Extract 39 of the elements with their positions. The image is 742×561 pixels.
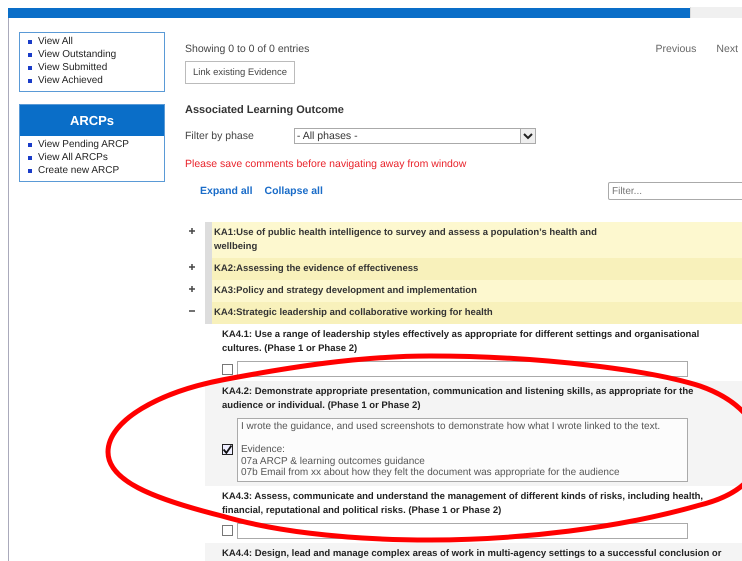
outcome-title: KA4.4: Design, lead and manage complex areas of work in multi-agency settings to a successful conclusion or [222,546,722,560]
bullet-icon [28,78,32,82]
bullet-icon [28,156,32,160]
pager-link[interactable]: Previous [656,43,696,55]
outcome-title: KA4.1: Use a range of leadership styles effectively as appropriate for different settings and organisational cultures. (Phase 1 or Phase 2) [222,328,700,356]
outcome-title: KA4.2: Demonstrate appropriate presentation, communication and listening skills, as appropriate for the audience or individual. (Phase 1 or Phase 2) [222,385,694,413]
section-heading: Associated Learning Outcome [185,104,345,116]
sidebar-link[interactable]: View Outstanding [38,48,116,61]
outcome-row[interactable]: KA1:Use of public health intelligence to survey and assess a population’s health and wellbeing [205,222,742,258]
phase-select[interactable]: - All phases - [294,128,536,144]
filter-field[interactable]: Filter... [608,182,742,200]
bullet-icon [28,168,32,172]
bullet-icon [28,142,32,146]
sidebar-link[interactable]: View Pending ARCP [38,138,129,151]
filter-label: Filter by phase [185,130,254,142]
bullet-icon [28,52,32,56]
outcome-row[interactable]: KA3:Policy and strategy development and implementation [205,280,742,302]
collapse-all-link[interactable]: Collapse all [264,185,323,197]
outcome-row[interactable]: KA2:Assessing the evidence of effectiveness [205,258,742,280]
sidebar-link[interactable]: View Achieved [38,74,103,87]
checkbox[interactable] [222,444,233,456]
sidebar-link[interactable]: View All ARCPs [38,151,108,164]
bullet-icon [28,40,32,44]
pager-link[interactable]: Next [716,43,738,55]
entries-info: Showing 0 to 0 of 0 entries [185,43,310,55]
dropdown-icon [520,129,535,143]
outcome-title: KA4.3: Assess, communicate and understand the management of different kinds of risks, including health, financial, reputational and political risks. (Phase 1 or Phase 2) [222,490,704,518]
warning-message: Please save comments before navigating away from window [185,158,468,170]
sidebar-link[interactable]: View All [38,35,73,48]
comment-field[interactable]: I wrote the guidance, and used screenshots to demonstrate how what I wrote linked to the text. Evidence: 07a ARCP & learning outcomes guidance 07b Email from xx about how they felt the document was appropriate for the audience [237,418,688,482]
bullet-icon [28,66,32,70]
outcome-row[interactable]: KA4:Strategic leadership and collaborative working for health [205,302,742,324]
checkbox[interactable] [222,525,233,536]
expand-all-link[interactable]: Expand all [200,185,253,197]
link-evidence-button[interactable]: Link existing Evidence [185,61,295,84]
sidebar-link[interactable]: Create new ARCP [38,164,120,177]
sidebar-link[interactable]: View Submitted [38,61,108,74]
checkbox[interactable] [222,364,233,374]
menu-title: ARCPs [20,105,164,136]
